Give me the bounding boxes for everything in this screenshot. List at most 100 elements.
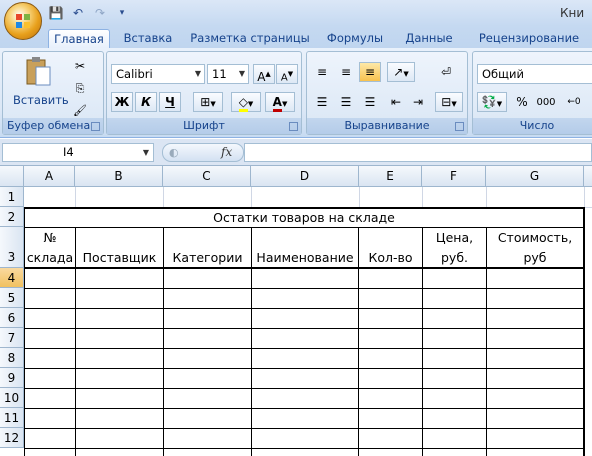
row-header[interactable]: 10 [0,388,24,408]
function-area: ◐ fx [162,143,244,162]
table-border [24,308,584,309]
gridline [486,187,487,207]
insert-function-icon[interactable]: fx [221,145,232,159]
paste-button[interactable]: Вставить [13,56,69,112]
row-header[interactable]: 1 [0,187,24,207]
row-header[interactable]: 7 [0,328,24,348]
office-logo-icon [16,14,30,28]
align-bottom-icon[interactable]: ≡ [359,62,381,82]
align-left-icon[interactable]: ☰ [311,92,333,112]
row-header[interactable]: 12 [0,428,24,448]
increase-decimal-icon[interactable]: ←0 [563,92,585,112]
merge-center-icon[interactable]: ⊟▼ [435,92,463,112]
number-group: Общий 💱▼ % 000 ←0 Число [472,51,592,135]
undo-icon[interactable]: ↶ [70,5,86,21]
row-header[interactable]: 3 [0,227,24,268]
thousands-separator-button[interactable]: 000 [533,92,559,112]
column-header-b[interactable]: B [75,166,163,187]
borders-icon: ⊞ [200,95,211,109]
shrink-font-button[interactable]: A▼ [276,64,298,84]
percent-button[interactable]: % [511,92,533,112]
table-border [24,328,584,329]
gridline [75,187,76,207]
table-border [24,368,584,369]
header-cell-line1: Цена, [435,230,474,245]
number-group-label: Число [473,118,592,134]
chevron-down-icon: ▼ [194,69,201,78]
align-middle-icon[interactable]: ≡ [335,62,357,82]
borders-button[interactable]: ⊞▼ [193,92,223,112]
customize-qat-icon[interactable]: ▾ [114,5,130,21]
column-header-g[interactable]: G [486,166,584,187]
font-color-icon: A [272,95,282,112]
font-launcher-icon[interactable] [289,122,298,131]
tab-data[interactable]: Данные [400,29,458,48]
align-top-icon[interactable]: ≡ [311,62,333,82]
worksheet-grid[interactable]: A B C D E F G 1 2 3 4 5 6 7 8 9 10 11 12… [0,166,592,456]
clipboard-launcher-icon[interactable] [91,122,100,131]
font-group-label: Шрифт [107,118,301,134]
row-header-selected[interactable]: 4 [0,268,24,288]
font-size-value: 11 [212,67,227,81]
paste-icon [26,57,51,86]
row-header[interactable]: 8 [0,348,24,368]
font-name-combo[interactable]: Calibri ▼ [111,64,205,84]
gridline [251,187,252,207]
row-header[interactable]: 2 [0,207,24,227]
alignment-launcher-icon[interactable] [455,122,464,131]
clipboard-group: Вставить ✂ ⎘ 🖌 Буфер обмена [2,51,104,135]
column-header-d[interactable]: D [251,166,359,187]
tab-formulas[interactable]: Формулы [322,29,388,48]
table-border [24,408,584,409]
align-right-icon[interactable]: ☰ [359,92,381,112]
redo-icon[interactable]: ↷ [92,5,108,21]
row-header[interactable]: 11 [0,408,24,428]
orientation-icon[interactable]: ↗▼ [387,62,415,82]
table-border [24,448,584,449]
column-header-h[interactable] [584,166,592,187]
column-header-f[interactable]: F [422,166,486,187]
copy-icon[interactable]: ⎘ [69,78,91,98]
gridline [163,187,164,207]
currency-format-icon[interactable]: 💱▼ [477,92,507,112]
grow-font-button[interactable]: A▲ [253,64,275,84]
header-cell-line1: Стоимость, [497,230,573,245]
italic-button[interactable]: К [135,92,157,112]
formula-input[interactable] [244,143,592,162]
name-box[interactable]: I4 ▼ [2,143,154,162]
number-format-combo[interactable]: Общий [477,64,592,84]
window-title: Кни [560,6,585,20]
header-cell-categories: Категории [172,250,243,265]
quick-access-toolbar: 💾 ↶ ↷ ▾ [48,4,130,22]
office-button[interactable] [4,2,42,40]
gridline [359,187,360,207]
increase-indent-icon[interactable]: ⇥ [407,92,429,112]
cut-icon[interactable]: ✂ [69,56,91,76]
tab-home[interactable]: Главная [48,29,110,48]
fill-color-button[interactable]: ◇▼ [231,92,261,112]
chevron-down-icon: ▼ [142,148,149,157]
column-header-a[interactable]: A [24,166,75,187]
column-header-c[interactable]: C [163,166,251,187]
sheet-title-cell[interactable]: Остатки товаров на складе [25,208,583,227]
select-all-corner[interactable] [0,166,24,187]
row-header[interactable]: 9 [0,368,24,388]
tab-insert[interactable]: Вставка [118,29,178,48]
font-size-combo[interactable]: 11 ▼ [207,64,249,84]
formula-bar: I4 ▼ ◐ fx [0,139,592,166]
tab-review[interactable]: Рецензирование [470,29,588,48]
row-header[interactable]: 5 [0,288,24,308]
font-color-button[interactable]: A▼ [265,92,295,112]
column-header-e[interactable]: E [359,166,422,187]
underline-button[interactable]: Ч [159,92,181,112]
row-header[interactable]: 6 [0,308,24,328]
wrap-text-icon[interactable]: ⏎ [435,62,457,82]
formula-bar-handle-icon[interactable]: ◐ [169,146,179,159]
header-cell-line1: № [43,230,57,245]
save-icon[interactable]: 💾 [48,5,64,21]
align-center-icon[interactable]: ☰ [335,92,357,112]
format-painter-icon[interactable]: 🖌 [69,100,91,120]
decrease-indent-icon[interactable]: ⇤ [385,92,407,112]
tab-page-layout[interactable]: Разметка страницы [190,29,310,48]
bold-button[interactable]: Ж [111,92,133,112]
